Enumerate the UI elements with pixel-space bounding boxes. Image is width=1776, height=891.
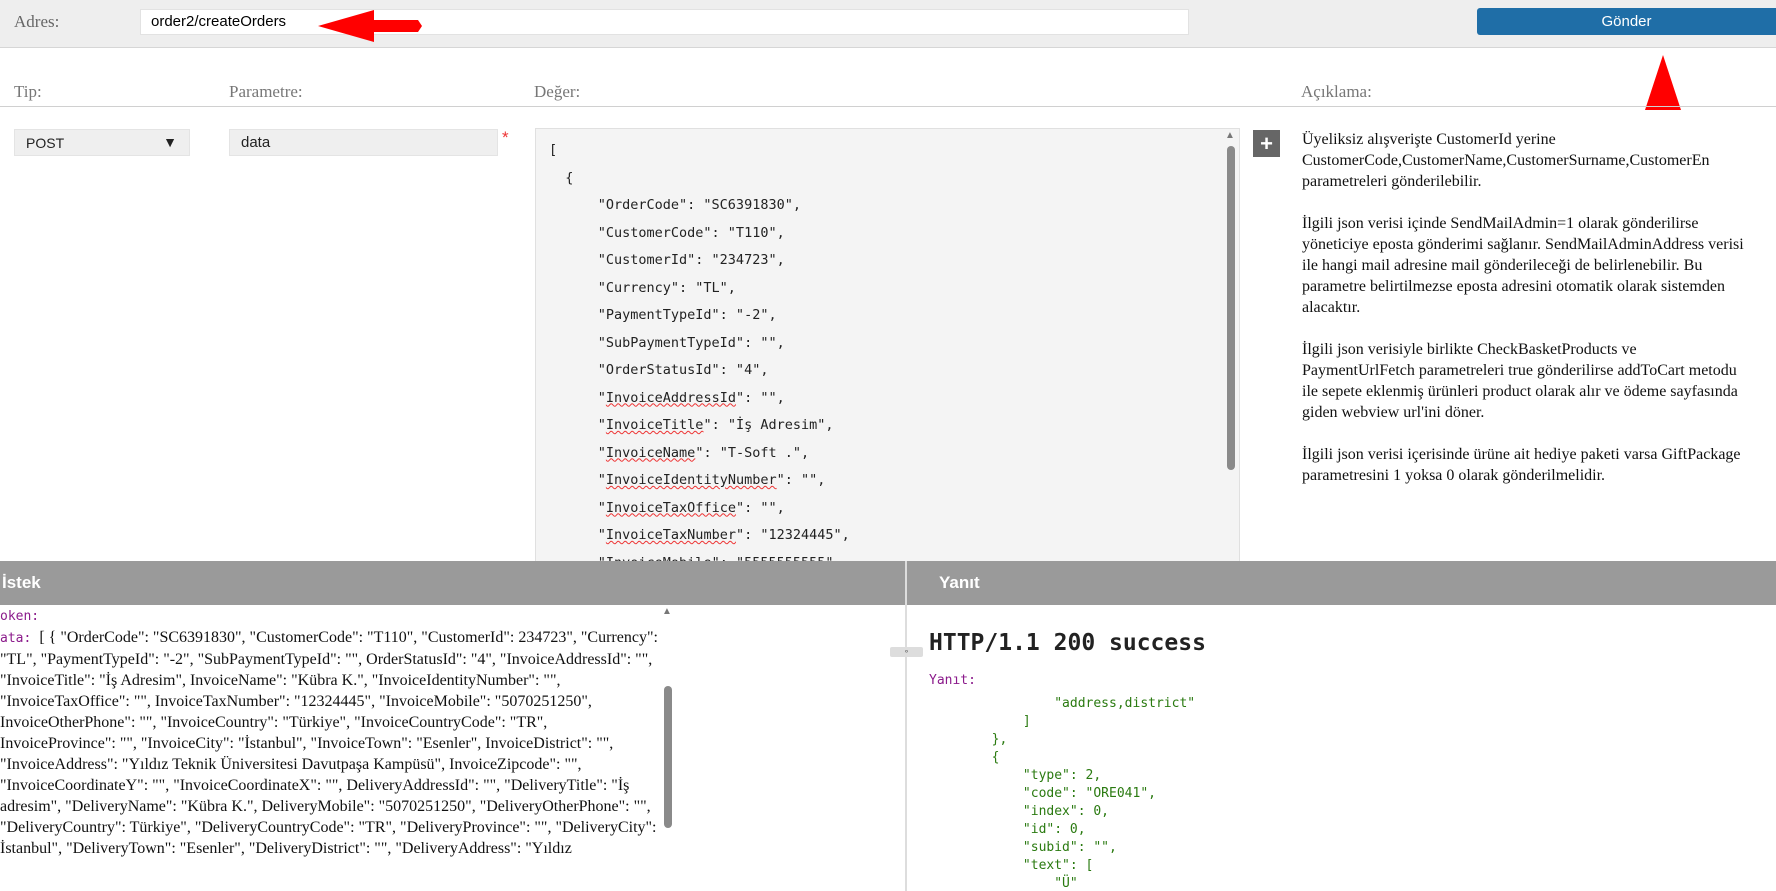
scroll-up-icon[interactable]: ▲ [1225,130,1235,141]
description-paragraph: İlgili json verisiyle birlikte CheckBask… [1302,341,1738,421]
response-json: "address,district" ] }, { "type": 2, "co… [991,696,1196,891]
token-label: oken: [0,609,40,624]
editor-line: "OrderStatusId": "4", [549,362,769,378]
editor-line: { [549,169,574,186]
editor-line: "InvoiceTaxOffice": "", [549,499,785,516]
editor-line: "OrderCode": "SC6391830", [549,197,801,213]
editor-line: "SubPaymentTypeId": "", [549,334,785,351]
add-parameter-button[interactable]: + [1253,130,1280,157]
required-marker: * [502,128,509,147]
send-button[interactable]: Gönder [1477,8,1776,35]
editor-line: "InvoiceTaxNumber": "12324445", [549,527,850,543]
data-label: ata: [0,631,32,646]
editor-line: "InvoiceTitle": "İş Adresim", [549,417,834,433]
editor-line: [ [549,142,558,158]
response-panel-title: Yanıt [907,561,1776,605]
request-panel-title: İstek [0,561,905,605]
editor-line: "CustomerId": "234723", [549,252,785,268]
description-paragraph: İlgili json verisi içinde SendMailAdmin=… [1302,215,1744,316]
editor-line: "InvoiceAddressId": "", [549,389,785,406]
editor-line: "PaymentTypeId": "-2", [549,307,777,323]
panel-splitter[interactable] [905,561,907,891]
request-data: [ { "OrderCode": "SC6391830", "CustomerC… [0,629,658,857]
editor-line: "InvoiceName": "T-Soft .", [549,444,810,461]
editor-line: "Currency": "TL", [549,279,736,296]
request-body: oken: ata: [ { "OrderCode": "SC6391830",… [0,605,660,891]
value-header: Değer: [534,82,581,101]
parameter-header: Parametre: [229,82,303,101]
editor-line: "CustomerCode": "T110", [549,224,785,241]
chevron-down-icon: ▼ [163,134,177,150]
response-label: Yanıt: [929,673,976,688]
editor-line: "InvoiceIdentityNumber": "", [549,472,826,488]
divider [0,106,1776,107]
method-value: POST [26,135,65,151]
request-scrollbar[interactable] [664,686,672,828]
splitter-handle[interactable]: ⚬ [890,647,923,657]
http-status: HTTP/1.1 200 success [929,630,1206,656]
red-arrow-left-annotation [318,10,422,42]
parameter-input[interactable]: data [229,129,498,156]
description-paragraph: Üyeliksiz alışverişte CustomerId yerine … [1302,131,1710,190]
description-header: Açıklama: [1301,82,1372,101]
response-body: HTTP/1.1 200 success Yanıt: "address,dis… [929,605,1769,891]
type-header: Tip: [14,82,42,101]
description-text: Üyeliksiz alışverişte CustomerId yerine … [1302,129,1772,507]
scroll-up-icon[interactable]: ▲ [662,606,672,617]
editor-scrollbar[interactable] [1227,146,1235,470]
value-editor[interactable]: [ { "OrderCode": "SC6391830", "CustomerC… [535,128,1240,562]
method-select[interactable]: POST ▼ [14,129,190,156]
address-label: Adres: [14,12,60,31]
description-paragraph: İlgili json verisi içerisinde ürüne ait … [1302,446,1741,484]
red-arrow-up-annotation [1645,55,1681,110]
address-input[interactable]: order2/createOrders [140,9,1189,35]
